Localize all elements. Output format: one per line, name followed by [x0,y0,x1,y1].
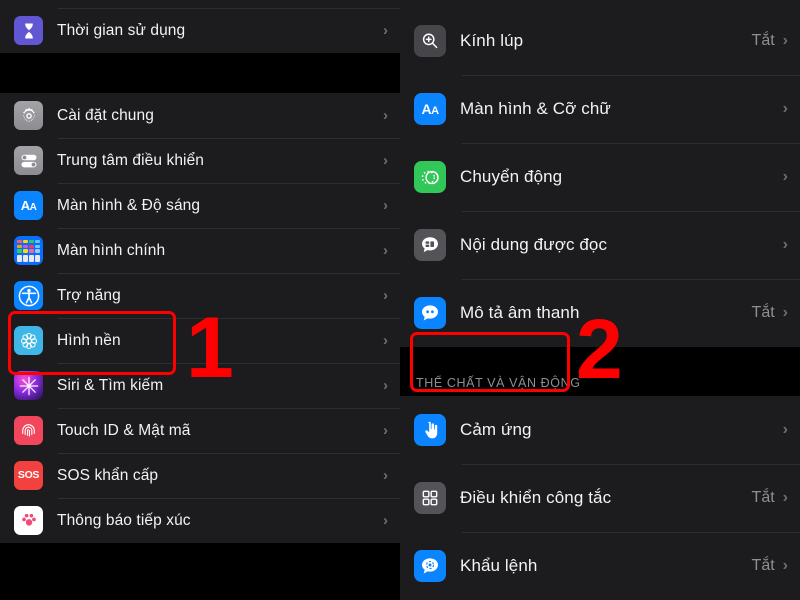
screenshot-root: Thời gian sử dụng › Cài đặt chung › Trun… [0,0,800,600]
accessibility-row-voice-control[interactable]: Khẩu lệnh Tắt › [400,532,800,600]
accessibility-row-label: Cảm ứng [460,420,532,439]
accessibility-row-value: Tắt [751,489,775,506]
accessibility-row-magnifier[interactable]: Kính lúp Tắt › [400,7,800,75]
accessibility-row-display-text-size[interactable]: AA Màn hình & Cỡ chữ › [400,75,800,143]
app-grid-icon [14,236,43,265]
settings-row-control-center[interactable]: Trung tâm điều khiển › [0,138,400,183]
switch-grid-icon [414,482,446,514]
accessibility-row-label: Điều khiển công tắc [460,488,612,507]
section-gap [0,53,400,93]
partial-row-top-right [400,0,800,7]
accessibility-row-label: Nội dung được đọc [460,235,608,254]
chevron-right-icon: › [383,377,388,394]
accessibility-row-label: Màn hình & Cỡ chữ [460,99,611,118]
chevron-right-icon: › [383,22,388,39]
accessibility-list-panel: Kính lúp Tắt › AA Màn hình & Cỡ chữ › Ch… [400,0,800,600]
chevron-right-icon: › [782,236,788,253]
accessibility-row-value: Tắt [751,557,775,574]
accessibility-icon [14,281,43,310]
siri-orb-icon [14,371,43,400]
settings-row-touch-id-passcode[interactable]: Touch ID & Mật mã › [0,408,400,453]
audio-bubble-icon [414,297,446,329]
settings-row-display-brightness[interactable]: AA Màn hình & Độ sáng › [0,183,400,228]
group-screentime: Thời gian sử dụng › [0,8,400,53]
annotation-number-2: 2 [576,302,623,396]
settings-row-screen-time[interactable]: Thời gian sử dụng › [0,8,400,53]
motion-icon [414,161,446,193]
exposure-icon [14,506,43,535]
chevron-right-icon: › [782,557,788,574]
chevron-right-icon: › [782,421,788,438]
chevron-right-icon: › [383,422,388,439]
chevron-right-icon: › [383,107,388,124]
chevron-right-icon: › [383,287,388,304]
chevron-right-icon: › [383,242,388,259]
section-header-label: THỂ CHẤT VÀ VẬN ĐỘNG [416,376,581,390]
settings-row-home-screen[interactable]: Màn hình chính › [0,228,400,273]
settings-row-label: Trung tâm điều khiển [57,151,205,169]
settings-row-label: SOS khẩn cấp [57,466,159,484]
annotation-number-1: 1 [186,300,234,396]
voice-bubble-icon [414,550,446,582]
partial-row-top [0,0,400,8]
accessibility-row-value: Tắt [751,32,775,49]
accessibility-row-motion[interactable]: Chuyển động › [400,143,800,211]
settings-row-general[interactable]: Cài đặt chung › [0,93,400,138]
group-physical-motor: Cảm ứng › Điều khiển công tắc Tắt › Khẩu… [400,396,800,600]
settings-row-label: Màn hình chính [57,241,166,259]
accessibility-row-label: Kính lúp [460,31,524,50]
chevron-right-icon: › [782,304,788,321]
magnifier-icon [414,25,446,57]
chevron-right-icon: › [383,152,388,169]
row-separator [58,8,400,9]
toggles-icon [14,146,43,175]
hourglass-icon [14,16,43,45]
chevron-right-icon: › [383,197,388,214]
hand-tap-icon [414,414,446,446]
settings-row-label: Touch ID & Mật mã [57,421,191,439]
accessibility-row-value: Tắt [751,304,775,321]
spoken-bubble-icon [414,229,446,261]
chevron-right-icon: › [383,332,388,349]
fingerprint-icon [14,416,43,445]
chevron-right-icon: › [383,512,388,529]
aa-text-icon: AA [14,191,43,220]
accessibility-row-switch-control[interactable]: Điều khiển công tắc Tắt › [400,464,800,532]
settings-row-label: Thông báo tiếp xúc [57,511,191,529]
chevron-right-icon: › [782,100,788,117]
settings-row-exposure-notifications[interactable]: Thông báo tiếp xúc › [0,498,400,543]
settings-row-label: Cài đặt chung [57,106,154,124]
settings-row-label: Thời gian sử dụng [57,21,186,39]
chevron-right-icon: › [782,489,788,506]
accessibility-row-spoken-content[interactable]: Nội dung được đọc › [400,211,800,279]
sos-icon: SOS [14,461,43,490]
group-vision: Kính lúp Tắt › AA Màn hình & Cỡ chữ › Ch… [400,7,800,347]
flower-icon [14,326,43,355]
accessibility-row-label: Khẩu lệnh [460,556,538,575]
accessibility-row-label: Chuyển động [460,167,563,186]
settings-row-label: Màn hình & Độ sáng [57,196,201,214]
gear-icon [14,101,43,130]
chevron-right-icon: › [782,168,788,185]
aa-text-icon: AA [414,93,446,125]
settings-row-emergency-sos[interactable]: SOS SOS khẩn cấp › [0,453,400,498]
chevron-right-icon: › [782,32,788,49]
accessibility-row-touch[interactable]: Cảm ứng › [400,396,800,464]
chevron-right-icon: › [383,467,388,484]
